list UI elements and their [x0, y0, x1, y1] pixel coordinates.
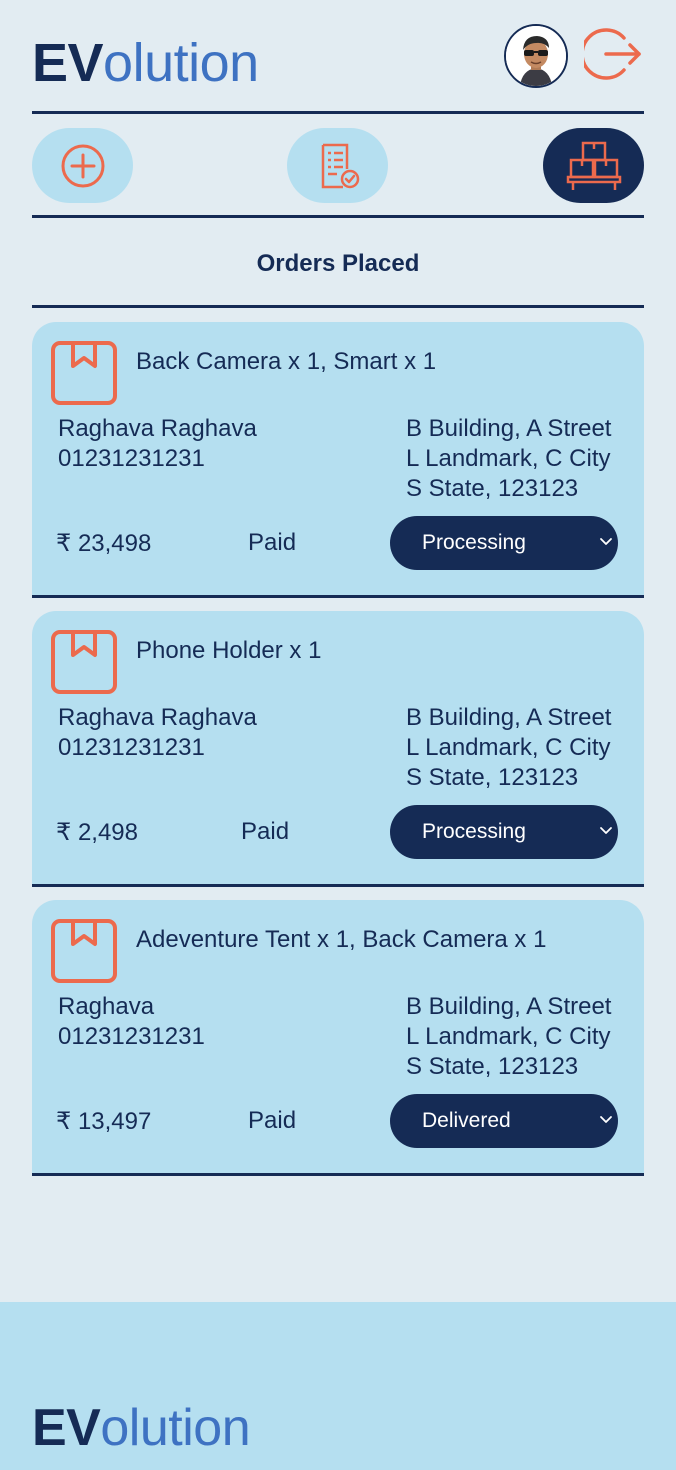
order-card: Phone Holder x 1 Raghava Raghava 0123123… [32, 611, 644, 887]
footer-logo[interactable]: EVolution [32, 1399, 251, 1457]
customer-info: Raghava Raghava 01231231231 [58, 703, 257, 763]
nav-divider [32, 215, 644, 218]
address-line: S State, 123123 [406, 1053, 579, 1080]
nav-order-list-button[interactable] [287, 128, 388, 203]
order-list-icon [321, 143, 359, 188]
order-items: Back Camera x 1, Smart x 1 [136, 348, 437, 375]
nav-add-product-button[interactable] [32, 128, 133, 203]
order-status-select[interactable]: Processing [390, 516, 618, 570]
order-card: Back Camera x 1, Smart x 1 Raghava Ragha… [32, 322, 644, 598]
title-divider [32, 305, 644, 308]
footer-logo-rest: olution [100, 1399, 251, 1457]
page-title: Orders Placed [256, 250, 420, 277]
order-items: Phone Holder x 1 [136, 637, 322, 664]
order-status-value: Processing [422, 820, 526, 843]
address-line: B Building, A Street [406, 415, 612, 442]
package-icon [51, 919, 117, 983]
brand-logo-rest: olution [103, 33, 259, 93]
chevron-down-icon [600, 827, 612, 834]
nav-orders-placed-button[interactable] [543, 128, 644, 203]
page-footer: EVolution [0, 1302, 676, 1470]
address-line: L Landmark, C City [406, 445, 611, 472]
avatar-illustration-icon [506, 26, 566, 86]
package-icon [51, 341, 117, 405]
order-status-select[interactable]: Processing [390, 805, 618, 859]
address-line: L Landmark, C City [406, 1023, 611, 1050]
shipping-address: B Building, A Street L Landmark, C City … [406, 992, 611, 1082]
customer-phone: 01231231231 [58, 445, 205, 472]
boxes-icon [566, 141, 621, 190]
header-divider [32, 111, 644, 114]
address-line: B Building, A Street [406, 704, 612, 731]
customer-info: Raghava 01231231231 [58, 992, 205, 1052]
customer-name: Raghava Raghava [58, 704, 257, 731]
logout-icon [580, 28, 641, 80]
address-line: B Building, A Street [406, 993, 612, 1020]
address-line: S State, 123123 [406, 764, 579, 791]
shipping-address: B Building, A Street L Landmark, C City … [406, 414, 611, 504]
app-header: EVolution [32, 24, 644, 90]
footer-logo-bold: EV [32, 1399, 101, 1457]
chevron-down-icon [600, 538, 612, 545]
order-status-value: Delivered [422, 1109, 511, 1132]
order-price: ₹ 13,497 [56, 1108, 152, 1135]
customer-name: Raghava Raghava [58, 415, 257, 442]
payment-status: Paid [248, 1107, 297, 1134]
customer-name: Raghava [58, 993, 155, 1020]
order-status-select[interactable]: Delivered [390, 1094, 618, 1148]
logout-button[interactable] [580, 24, 644, 84]
order-price: ₹ 23,498 [56, 530, 152, 557]
customer-phone: 01231231231 [58, 734, 205, 761]
add-circle-icon [61, 144, 104, 187]
customer-phone: 01231231231 [58, 1023, 205, 1050]
chevron-down-icon [600, 1116, 612, 1123]
order-price: ₹ 2,498 [56, 819, 138, 846]
address-line: S State, 123123 [406, 475, 579, 502]
shipping-address: B Building, A Street L Landmark, C City … [406, 703, 611, 793]
brand-logo-bold: EV [32, 33, 104, 93]
customer-info: Raghava Raghava 01231231231 [58, 414, 257, 474]
order-status-value: Processing [422, 531, 526, 554]
order-card: Adeventure Tent x 1, Back Camera x 1 Rag… [32, 900, 644, 1176]
address-line: L Landmark, C City [406, 734, 611, 761]
payment-status: Paid [248, 529, 297, 556]
brand-logo[interactable]: EVolution [32, 36, 259, 90]
package-icon [51, 630, 117, 694]
order-items: Adeventure Tent x 1, Back Camera x 1 [136, 926, 547, 953]
user-avatar[interactable] [504, 24, 568, 88]
payment-status: Paid [241, 818, 290, 845]
